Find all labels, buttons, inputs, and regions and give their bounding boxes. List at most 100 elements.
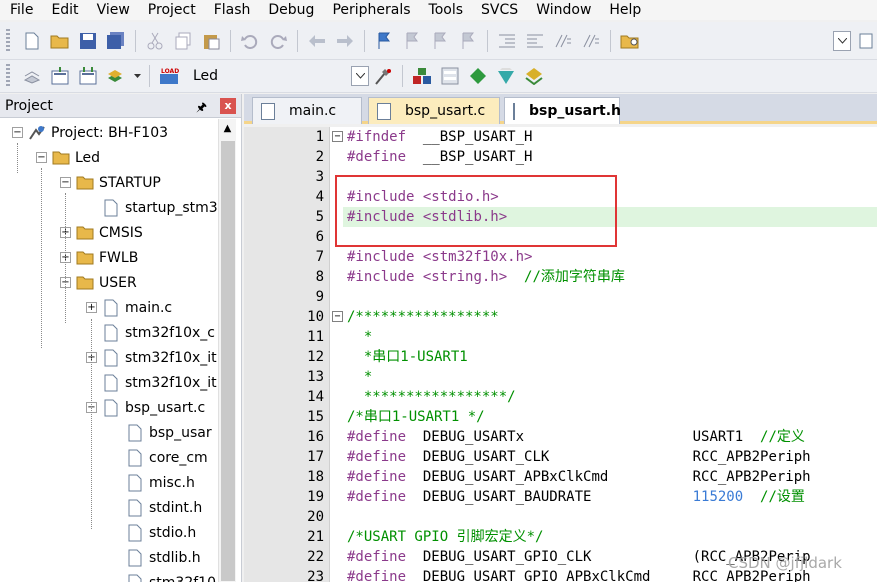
tree-item[interactable]: − STARTUP: [60, 170, 161, 195]
uncomment-icon[interactable]: [580, 30, 602, 52]
menu-help[interactable]: Help: [600, 1, 650, 19]
menu-file[interactable]: File: [0, 1, 42, 19]
code-line: 2 #define __BSP_USART_H: [244, 147, 877, 167]
indent-icon[interactable]: [496, 30, 518, 52]
tree-item[interactable]: − Project: BH-F103: [12, 120, 168, 145]
menu-peripherals[interactable]: Peripherals: [323, 1, 419, 19]
tree-item-label: bsp_usar: [149, 424, 212, 441]
paste-icon[interactable]: [200, 30, 222, 52]
tree-item[interactable]: core_cm: [110, 445, 208, 470]
collapse-icon[interactable]: −: [36, 152, 47, 163]
bookmark-icon[interactable]: [373, 30, 395, 52]
tree-item[interactable]: stm32f10x_it: [86, 370, 217, 395]
clear-bookmarks-icon[interactable]: [457, 30, 479, 52]
new-file-icon[interactable]: [21, 30, 43, 52]
menu-tools[interactable]: Tools: [420, 1, 473, 19]
code-text: #define __BSP_USART_H: [347, 149, 533, 165]
target-select[interactable]: Led: [191, 66, 351, 86]
tab-bsp_usart-c[interactable]: bsp_usart.c: [368, 97, 500, 124]
menu-window[interactable]: Window: [527, 1, 600, 19]
line-number: 11: [307, 329, 324, 345]
prev-bookmark-icon[interactable]: [401, 30, 423, 52]
build-icon[interactable]: [49, 65, 71, 87]
file-extensions-icon[interactable]: [439, 65, 461, 87]
fold-icon[interactable]: −: [332, 311, 343, 322]
undo-icon[interactable]: [239, 30, 261, 52]
tree-item[interactable]: stm32f10: [110, 570, 216, 582]
next-bookmark-icon[interactable]: [429, 30, 451, 52]
tree-item[interactable]: startup_stm3: [86, 195, 218, 220]
tree-item[interactable]: − USER: [60, 270, 137, 295]
tree-item[interactable]: stdint.h: [110, 495, 202, 520]
tree-item[interactable]: bsp_usar: [110, 420, 212, 445]
batch-build-icon[interactable]: [105, 65, 127, 87]
folder-icon: [76, 224, 94, 242]
menu-flash[interactable]: Flash: [205, 1, 260, 19]
menu-edit[interactable]: Edit: [42, 1, 87, 19]
find-combo-dropdown[interactable]: [833, 30, 851, 51]
file-icon: [126, 474, 144, 492]
pack-installer-icon[interactable]: [467, 65, 489, 87]
menu-view[interactable]: View: [88, 1, 139, 19]
tree-item-label: main.c: [125, 299, 173, 316]
copy-icon[interactable]: [172, 30, 194, 52]
tree-item[interactable]: stdio.h: [110, 520, 196, 545]
tree-item[interactable]: − bsp_usart.c: [86, 395, 205, 420]
tab-bsp_usart-h[interactable]: bsp_usart.h: [504, 97, 622, 124]
tab-label: bsp_usart.h: [529, 103, 622, 119]
close-panel-button[interactable]: x: [220, 98, 236, 114]
navigate-forward-icon[interactable]: [334, 30, 356, 52]
find-in-files-icon[interactable]: [619, 30, 641, 52]
tree-item[interactable]: stdlib.h: [110, 545, 201, 570]
batch-build-dropdown[interactable]: [133, 65, 141, 87]
runtime-environment-icon[interactable]: [523, 65, 545, 87]
tree-scrollbar[interactable]: ▲: [218, 119, 236, 582]
tree-item[interactable]: stm32f10x_c: [86, 320, 215, 345]
comment-icon[interactable]: [552, 30, 574, 52]
tree-item[interactable]: misc.h: [110, 470, 195, 495]
tree-item-label: stdio.h: [149, 524, 197, 541]
pin-icon[interactable]: 🖈: [196, 98, 207, 119]
cut-icon[interactable]: [144, 30, 166, 52]
line-number: 1: [315, 129, 324, 145]
save-icon[interactable]: [77, 30, 99, 52]
toolbar-grip[interactable]: [6, 28, 10, 53]
find-icon[interactable]: [858, 30, 874, 52]
target-options-icon[interactable]: [372, 65, 394, 87]
menu-project[interactable]: Project: [139, 1, 205, 19]
code-line: 20: [244, 507, 877, 527]
translate-icon[interactable]: [21, 65, 43, 87]
svg-text:LOAD: LOAD: [161, 68, 179, 75]
collapse-icon[interactable]: −: [60, 177, 71, 188]
save-all-icon[interactable]: [105, 30, 127, 52]
scroll-up-icon[interactable]: ▲: [219, 119, 236, 137]
unindent-icon[interactable]: [524, 30, 546, 52]
tree-item-label: misc.h: [149, 474, 195, 491]
rebuild-icon[interactable]: [77, 65, 99, 87]
redo-icon[interactable]: [267, 30, 289, 52]
menu-svcs[interactable]: SVCS: [472, 1, 527, 19]
tree-item-label: STARTUP: [99, 174, 161, 191]
tab-main-c[interactable]: main.c: [252, 97, 362, 124]
download-icon[interactable]: LOAD: [158, 65, 180, 87]
line-number: 15: [307, 409, 324, 425]
select-software-packs-icon[interactable]: [495, 65, 517, 87]
expand-icon[interactable]: +: [86, 302, 97, 313]
tree-item[interactable]: + stm32f10x_it: [86, 345, 217, 370]
tree-item[interactable]: + main.c: [86, 295, 172, 320]
open-folder-icon[interactable]: [49, 30, 71, 52]
navigate-back-icon[interactable]: [306, 30, 328, 52]
toolbar-grip[interactable]: [6, 64, 10, 88]
target-dropdown[interactable]: [351, 66, 369, 86]
tree-item[interactable]: − Led: [36, 145, 100, 170]
menu-debug[interactable]: Debug: [259, 1, 323, 19]
tree-item-label: stm32f10x_c: [125, 324, 215, 341]
project-tree: − Project: BH-F103− Led − STARTUP startup_stm…: [0, 119, 218, 582]
tree-item[interactable]: + FWLB: [60, 245, 138, 270]
manage-components-icon[interactable]: [411, 65, 433, 87]
collapse-icon[interactable]: −: [12, 127, 23, 138]
fold-icon[interactable]: −: [332, 131, 343, 142]
scroll-thumb[interactable]: [221, 141, 235, 581]
tree-item[interactable]: + CMSIS: [60, 220, 143, 245]
tree-item-label: Led: [75, 149, 101, 166]
